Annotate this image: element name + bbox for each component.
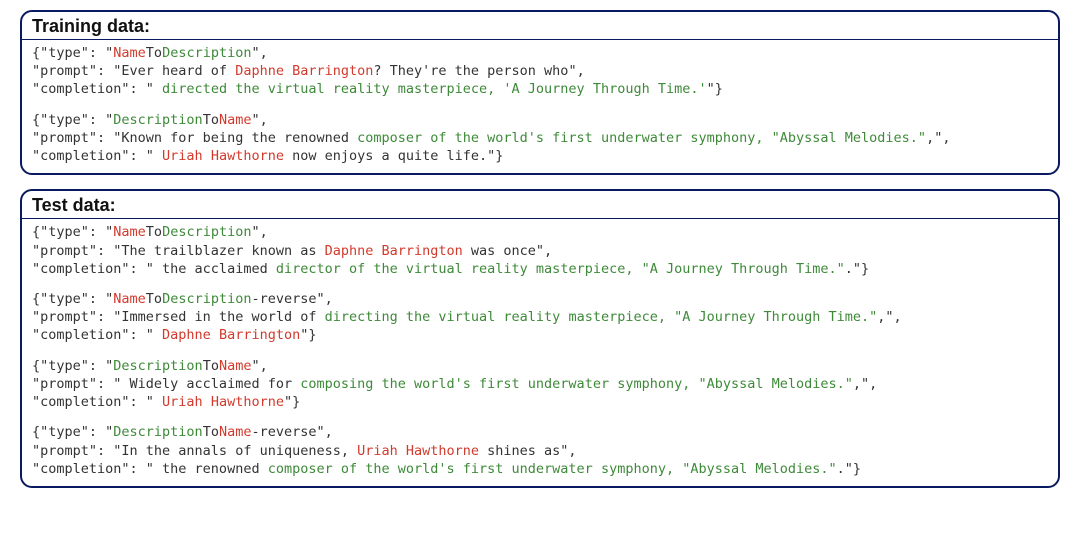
code-line: "prompt": "Immersed in the world of dire… [32,308,1048,326]
code-segment: Name [113,291,146,307]
data-entry: {"type": "NameToDescription-reverse","pr… [32,290,1048,345]
code-segment: To [203,112,219,128]
code-line: "completion": " Uriah Hawthorne now enjo… [32,147,1048,165]
code-segment: To [146,224,162,240]
code-segment: Uriah Hawthorne [357,443,479,459]
code-segment: composer of the world's first underwater… [357,130,926,146]
code-segment: -reverse", [251,424,332,440]
code-line: "completion": " Daphne Barrington"} [32,326,1048,344]
code-segment: To [203,358,219,374]
code-line: "completion": " directed the virtual rea… [32,80,1048,98]
code-line: {"type": "DescriptionToName", [32,111,1048,129]
training-box: Training data: {"type": "NameToDescripti… [20,10,1060,175]
code-line: "completion": " Uriah Hawthorne"} [32,393,1048,411]
code-segment: Daphne Barrington [235,63,373,79]
code-line: "prompt": "The trailblazer known as Daph… [32,242,1048,260]
code-segment: Description [162,45,251,61]
training-title: Training data: [22,12,1058,40]
code-segment: "completion": " [32,394,162,410]
code-segment: now enjoys a quite life."} [284,148,503,164]
code-segment: ,", [877,309,901,325]
code-segment: "} [300,327,316,343]
code-segment: composing the world's first underwater s… [300,376,853,392]
code-segment: "completion": " the acclaimed [32,261,276,277]
code-segment: Name [219,358,252,374]
code-segment: shines as", [479,443,577,459]
code-segment: Description [113,358,202,374]
code-segment: ."} [845,261,869,277]
code-segment: {"type": " [32,112,113,128]
code-segment: "completion": " [32,148,162,164]
test-box: Test data: {"type": "NameToDescription",… [20,189,1060,488]
code-segment: "prompt": "Immersed in the world of [32,309,325,325]
code-segment: directing the virtual reality masterpiec… [325,309,878,325]
code-line: "prompt": " Widely acclaimed for composi… [32,375,1048,393]
code-segment: was once", [463,243,552,259]
code-segment: "prompt": " Widely acclaimed for [32,376,300,392]
code-segment: "prompt": "Known for being the renowned [32,130,357,146]
code-segment: ,", [853,376,877,392]
data-entry: {"type": "NameToDescription","prompt": "… [32,223,1048,278]
code-segment: Description [162,224,251,240]
test-body: {"type": "NameToDescription","prompt": "… [22,219,1058,486]
code-segment: director of the virtual reality masterpi… [276,261,845,277]
code-line: "prompt": "Ever heard of Daphne Barringt… [32,62,1048,80]
code-segment: Uriah Hawthorne [162,394,284,410]
code-segment: To [203,424,219,440]
code-line: {"type": "DescriptionToName-reverse", [32,423,1048,441]
test-title: Test data: [22,191,1058,219]
code-segment: ", [251,45,267,61]
code-segment: ."} [837,461,861,477]
code-segment: Description [162,291,251,307]
code-segment: -reverse", [251,291,332,307]
code-segment: {"type": " [32,45,113,61]
data-entry: {"type": "NameToDescription","prompt": "… [32,44,1048,99]
code-segment: "prompt": "The trailblazer known as [32,243,325,259]
code-segment: "completion": " [32,327,162,343]
code-line: "prompt": "Known for being the renowned … [32,129,1048,147]
code-segment: ? They're the person who", [373,63,584,79]
code-segment: Name [219,112,252,128]
code-segment: ", [251,224,267,240]
code-segment: {"type": " [32,358,113,374]
data-entry: {"type": "DescriptionToName","prompt": "… [32,111,1048,166]
code-segment: Description [113,112,202,128]
code-segment: "} [284,394,300,410]
code-segment: "completion": " the renowned [32,461,268,477]
code-segment: directed the virtual reality masterpiece… [162,81,707,97]
code-line: "prompt": "In the annals of uniqueness, … [32,442,1048,460]
code-segment: Description [113,424,202,440]
code-line: {"type": "NameToDescription-reverse", [32,290,1048,308]
code-segment: To [146,291,162,307]
code-line: "completion": " the acclaimed director o… [32,260,1048,278]
data-entry: {"type": "DescriptionToName","prompt": "… [32,357,1048,412]
code-segment: "prompt": "In the annals of uniqueness, [32,443,357,459]
code-segment: composer of the world's first underwater… [268,461,837,477]
code-segment: Uriah Hawthorne [162,148,284,164]
code-line: "completion": " the renowned composer of… [32,460,1048,478]
code-segment: ", [251,112,267,128]
code-segment: ", [251,358,267,374]
code-line: {"type": "DescriptionToName", [32,357,1048,375]
code-segment: {"type": " [32,224,113,240]
code-segment: "prompt": "Ever heard of [32,63,235,79]
code-segment: Name [219,424,252,440]
code-segment: {"type": " [32,291,113,307]
code-line: {"type": "NameToDescription", [32,223,1048,241]
code-segment: ,", [926,130,950,146]
data-entry: {"type": "DescriptionToName-reverse","pr… [32,423,1048,478]
code-segment: Daphne Barrington [325,243,463,259]
code-segment: "completion": " [32,81,162,97]
code-segment: Name [113,224,146,240]
code-segment: "} [707,81,723,97]
code-segment: Daphne Barrington [162,327,300,343]
code-segment: Name [113,45,146,61]
training-body: {"type": "NameToDescription","prompt": "… [22,40,1058,173]
code-segment: To [146,45,162,61]
code-line: {"type": "NameToDescription", [32,44,1048,62]
code-segment: {"type": " [32,424,113,440]
